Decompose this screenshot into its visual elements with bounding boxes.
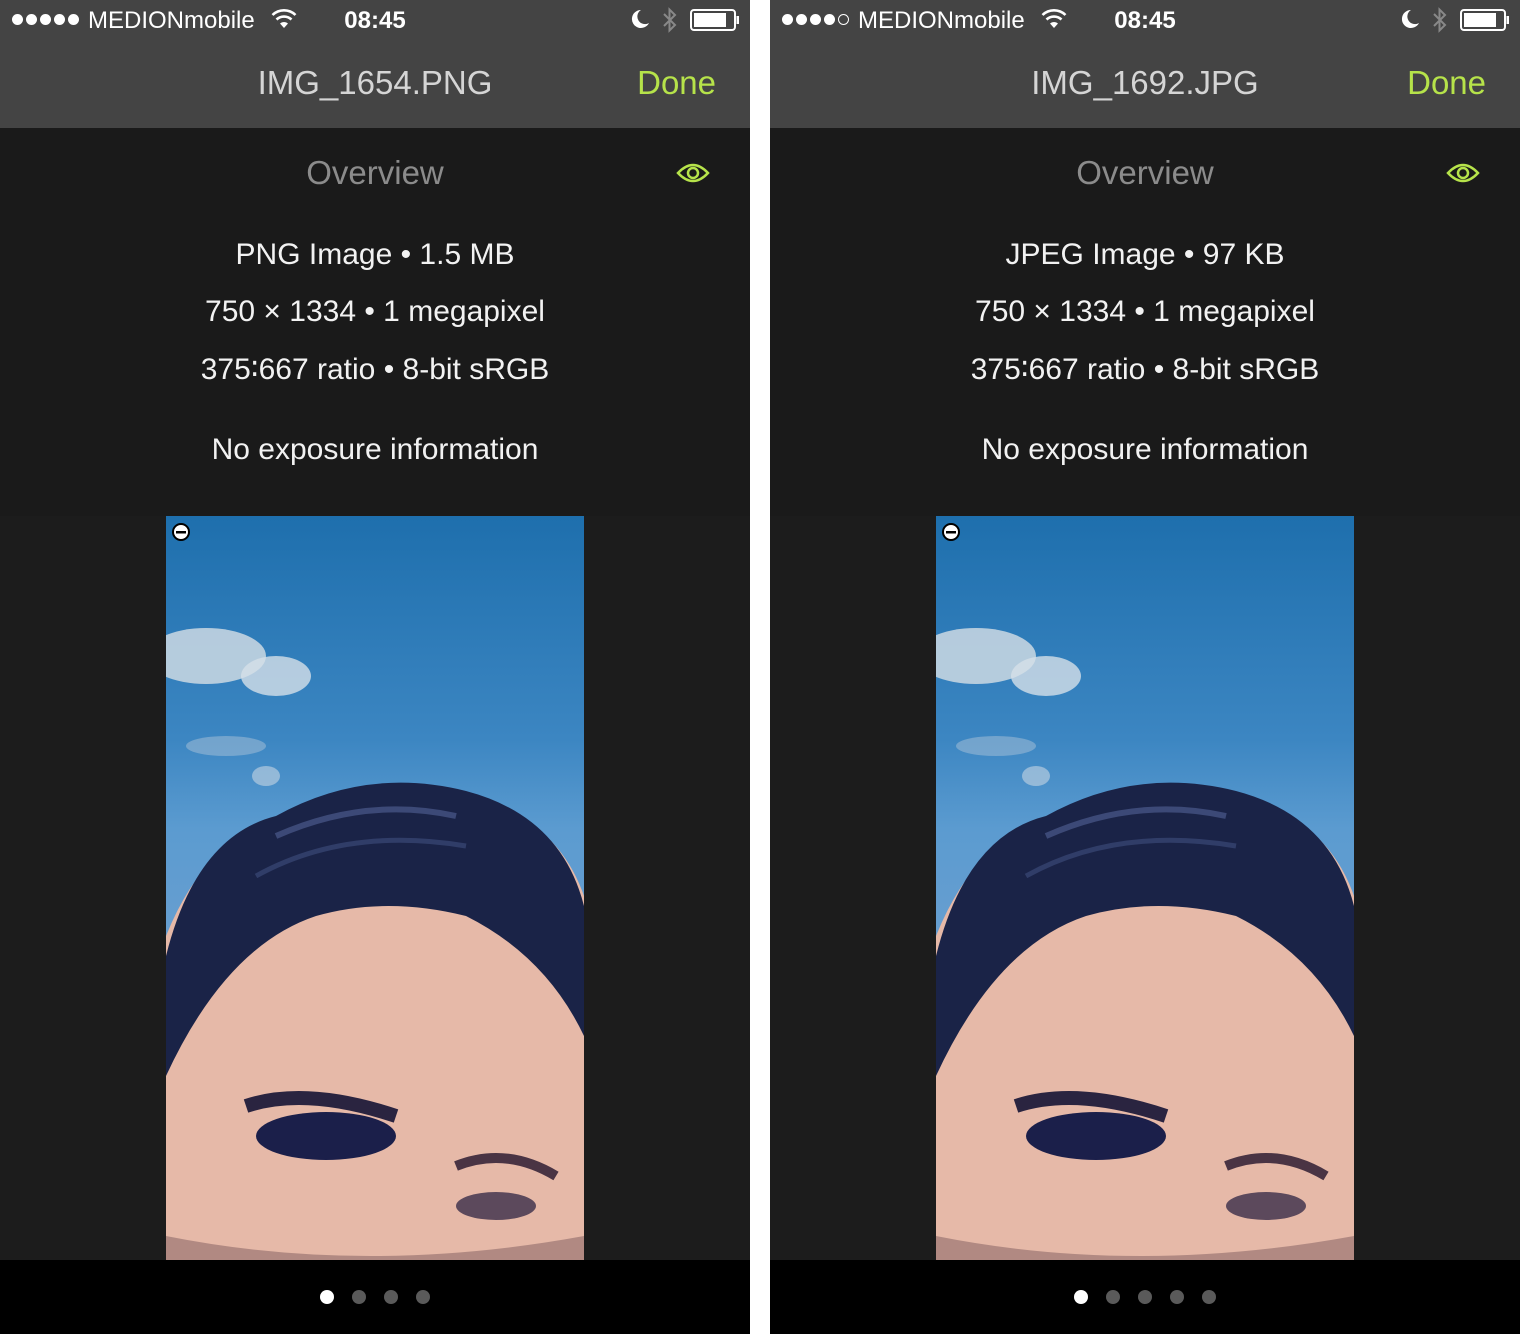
page-dot[interactable] (320, 1290, 334, 1304)
photo-illustration (166, 628, 584, 1260)
phone-screen-right: MEDIONmobile 08:45 IMG_1692.JPG Done Ove… (770, 0, 1520, 1334)
page-dot[interactable] (1074, 1290, 1088, 1304)
page-dot[interactable] (384, 1290, 398, 1304)
page-dot[interactable] (1106, 1290, 1120, 1304)
photo-illustration (936, 628, 1354, 1260)
page-dot[interactable] (352, 1290, 366, 1304)
photo-preview[interactable] (936, 516, 1354, 1260)
file-type-size: JPEG Image • 97 KB (1005, 238, 1285, 271)
eye-icon[interactable] (1446, 161, 1480, 185)
minus-circle-icon[interactable] (942, 523, 960, 541)
page-indicator (0, 1290, 750, 1304)
bluetooth-icon (1433, 7, 1447, 33)
dimensions-megapixel: 750 × 1334 • 1 megapixel (205, 295, 545, 328)
exposure-info: No exposure information (211, 433, 539, 466)
eye-icon[interactable] (676, 161, 710, 185)
done-button[interactable]: Done (637, 64, 716, 102)
page-dot[interactable] (1170, 1290, 1184, 1304)
page-dot[interactable] (1138, 1290, 1152, 1304)
bluetooth-icon (663, 7, 677, 33)
overview-title: Overview (306, 154, 444, 191)
navigation-bar: IMG_1692.JPG Done (770, 42, 1520, 128)
ratio-color-depth: 375∶667 ratio • 8-bit sRGB (200, 353, 550, 386)
page-indicator (770, 1290, 1520, 1304)
page-dot[interactable] (416, 1290, 430, 1304)
dimensions-megapixel: 750 × 1334 • 1 megapixel (975, 295, 1315, 328)
battery-icon (690, 9, 739, 31)
photo-preview[interactable] (166, 516, 584, 1260)
status-bar: MEDIONmobile 08:45 (0, 0, 750, 42)
overview-title: Overview (1076, 154, 1214, 191)
exposure-info: No exposure information (981, 433, 1309, 466)
page-dot[interactable] (1202, 1290, 1216, 1304)
overview-panel: Overview PNG Image • 1.5 MB 750 × 1334 •… (0, 128, 750, 516)
ratio-color-depth: 375∶667 ratio • 8-bit sRGB (970, 353, 1320, 386)
page-control-bar (0, 1260, 750, 1334)
battery-icon (1460, 9, 1509, 31)
phone-screen-left: MEDIONmobile 08:45 IMG_1654.PNG Done Ove… (0, 0, 750, 1334)
minus-circle-icon[interactable] (172, 523, 190, 541)
navigation-bar: IMG_1654.PNG Done (0, 42, 750, 128)
image-preview-area (770, 516, 1520, 1260)
done-button[interactable]: Done (1407, 64, 1486, 102)
overview-panel: Overview JPEG Image • 97 KB 750 × 1334 •… (770, 128, 1520, 516)
file-type-size: PNG Image • 1.5 MB (235, 238, 515, 271)
image-preview-area (0, 516, 750, 1260)
page-control-bar (770, 1260, 1520, 1334)
moon-icon (631, 9, 649, 28)
status-bar: MEDIONmobile 08:45 (770, 0, 1520, 42)
moon-icon (1401, 9, 1419, 28)
